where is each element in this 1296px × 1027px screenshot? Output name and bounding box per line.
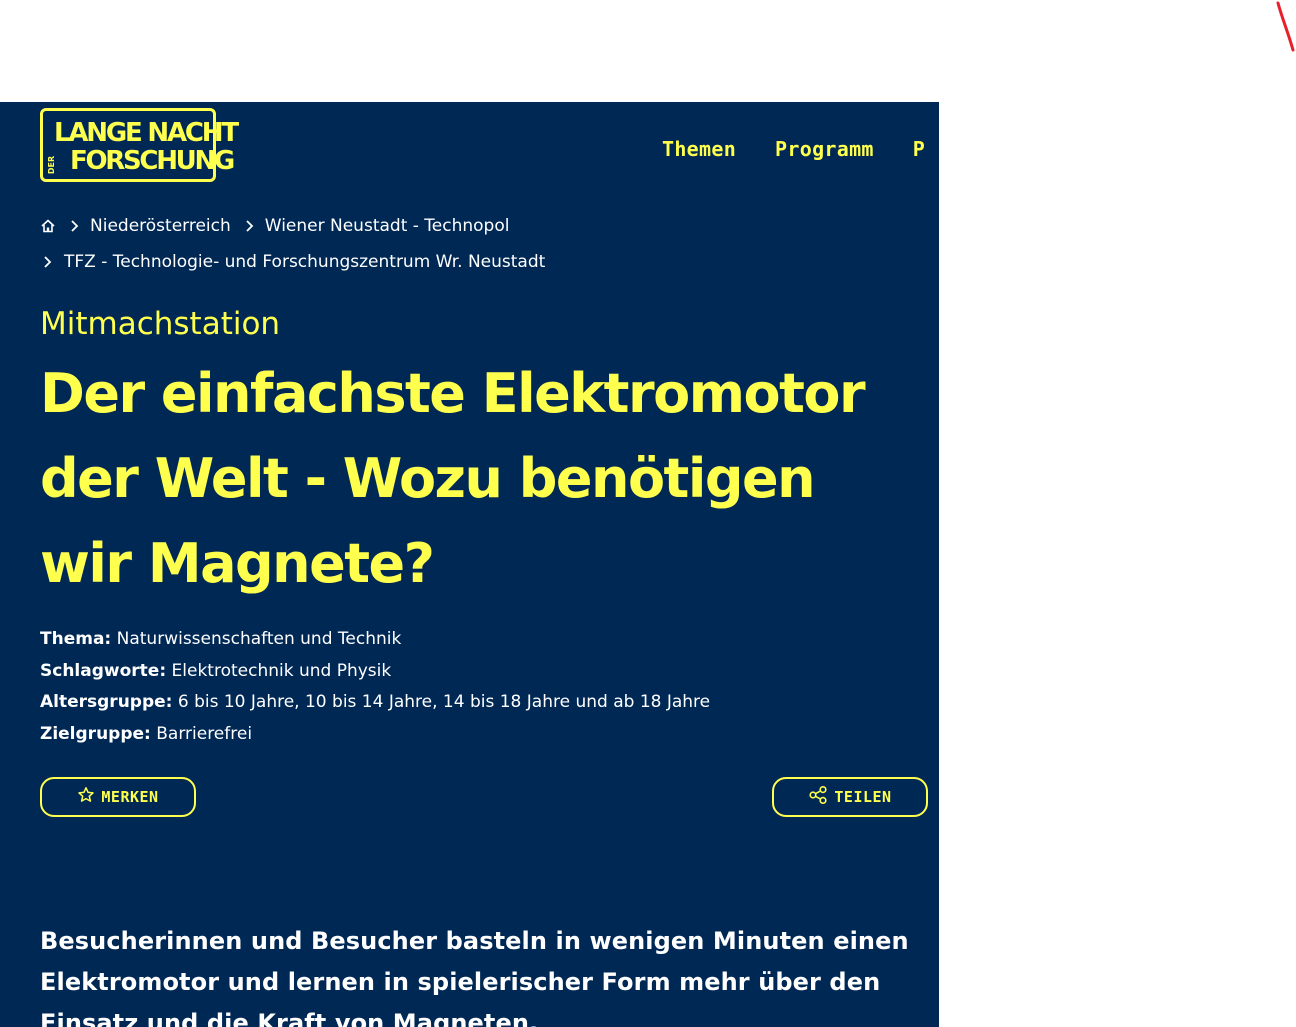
bookmark-label: MERKEN — [101, 788, 159, 806]
breadcrumb-row-2: TFZ - Technologie- und Forschungszentrum… — [40, 252, 545, 272]
star-icon — [77, 786, 95, 808]
meta-label: Zielgruppe: — [40, 723, 151, 744]
logo-line-2: FORSCHUNG — [70, 146, 235, 176]
event-intro: Besucherinnen und Besucher basteln in we… — [40, 927, 909, 1027]
meta-label: Thema: — [40, 629, 112, 649]
share-icon — [808, 785, 828, 808]
home-icon[interactable] — [40, 218, 56, 234]
page-title: Der einfachste Elektromotor der Welt - W… — [40, 362, 866, 595]
bookmark-button[interactable]: MERKEN — [40, 777, 196, 817]
meta-value: 6 bis 10 Jahre, 10 bis 14 Jahre, 14 bis … — [177, 692, 711, 712]
meta-label: Schlagworte: — [40, 660, 167, 681]
chevron-right-icon — [70, 219, 80, 233]
meta-row-thema: Thema: Naturwissenschaften und Technik — [40, 624, 710, 656]
site-logo[interactable]: LANGE NACHT DER FORSCHUNG — [40, 108, 239, 182]
breadcrumb-item-city[interactable]: Wiener Neustadt - Technopol — [265, 216, 510, 236]
meta-value: Elektrotechnik und Physik — [171, 660, 392, 681]
meta-row-schlagworte: Schlagworte: Elektrotechnik und Physik — [40, 656, 710, 688]
main-nav: Themen Programm P — [662, 137, 925, 161]
meta-value: Naturwissenschaften und Technik — [116, 629, 402, 649]
share-label: TEILEN — [834, 788, 892, 806]
nav-item-programm[interactable]: Programm — [775, 137, 874, 161]
breadcrumb-item-region[interactable]: Niederösterreich — [90, 216, 231, 236]
breadcrumb-item-location[interactable]: TFZ - Technologie- und Forschungszentrum… — [64, 252, 545, 272]
content-panel: LANGE NACHT DER FORSCHUNG Themen Program… — [0, 102, 939, 1027]
nav-item-truncated[interactable]: P — [913, 137, 925, 161]
meta-value: Barrierefrei — [156, 723, 253, 744]
event-meta: Thema: Naturwissenschaften und Technik S… — [40, 624, 710, 750]
red-annotation-stroke — [1276, 1, 1295, 52]
logo-der: DER — [47, 155, 56, 175]
meta-row-zielgruppe: Zielgruppe: Barrierefrei — [40, 719, 710, 751]
nav-item-themen[interactable]: Themen — [662, 137, 736, 161]
page: LANGE NACHT DER FORSCHUNG Themen Program… — [0, 0, 1296, 1027]
share-button[interactable]: TEILEN — [772, 777, 928, 817]
meta-label: Altersgruppe: — [40, 692, 173, 712]
chevron-right-icon — [245, 219, 255, 233]
breadcrumb: Niederösterreich Wiener Neustadt - Techn… — [40, 216, 509, 236]
event-category: Mitmachstation — [40, 306, 281, 342]
meta-row-altersgruppe: Altersgruppe: 6 bis 10 Jahre, 10 bis 14 … — [40, 687, 710, 719]
logo-line-1: LANGE NACHT — [54, 118, 239, 148]
chevron-right-icon — [40, 255, 56, 269]
